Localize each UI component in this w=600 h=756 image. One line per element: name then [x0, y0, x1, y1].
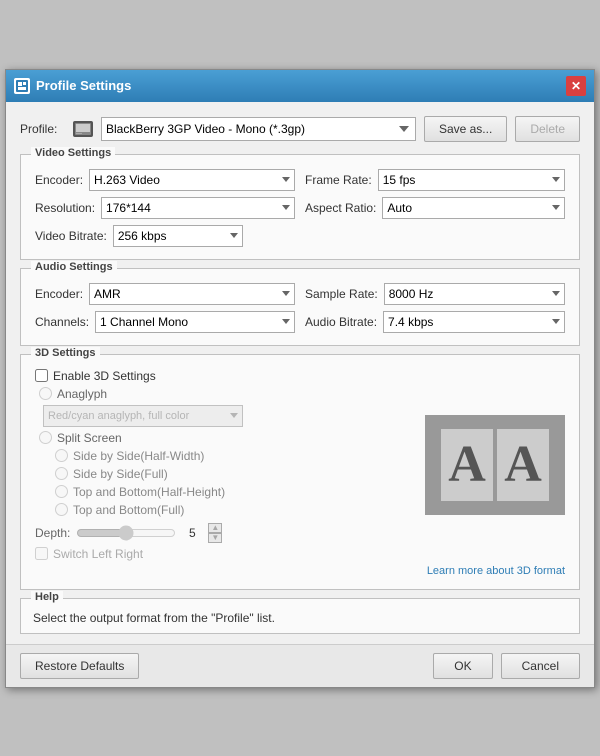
audio-encoder-row: Encoder: AMR	[35, 283, 295, 305]
3d-settings-left: Enable 3D Settings Anaglyph Red/cyan ana…	[35, 369, 415, 561]
anaglyph-select-row: Red/cyan anaglyph, full color	[35, 405, 415, 427]
side-by-side-half-label: Side by Side(Half-Width)	[73, 449, 204, 463]
help-title: Help	[31, 591, 63, 603]
split-screen-label: Split Screen	[57, 431, 122, 445]
top-bottom-half-label: Top and Bottom(Half-Height)	[73, 485, 225, 499]
title-bar-left: Profile Settings	[14, 78, 131, 94]
depth-decrement-button[interactable]: ▼	[208, 533, 222, 543]
enable-3d-row: Enable 3D Settings	[35, 369, 415, 383]
channels-row: Channels: 1 Channel Mono	[35, 311, 295, 333]
resolution-row: Resolution: 176*144	[35, 197, 295, 219]
3d-settings-section: 3D Settings Enable 3D Settings Anaglyph	[20, 354, 580, 590]
audio-settings-title: Audio Settings	[31, 261, 117, 273]
aspect-ratio-dropdown[interactable]: Auto	[382, 197, 565, 219]
encoder-row: Encoder: H.263 Video	[35, 169, 295, 191]
enable-3d-checkbox[interactable]	[35, 369, 48, 382]
ok-button[interactable]: OK	[433, 653, 492, 679]
profile-dropdown[interactable]: BlackBerry 3GP Video - Mono (*.3gp)	[101, 117, 416, 141]
channels-dropdown[interactable]: 1 Channel Mono	[95, 311, 295, 333]
enable-3d-label: Enable 3D Settings	[53, 369, 156, 383]
audio-bitrate-dropdown[interactable]: 7.4 kbps	[383, 311, 565, 333]
profile-settings-dialog: Profile Settings ✕ Profile: BlackBerry 3…	[5, 69, 595, 688]
frame-rate-row: Frame Rate: 15 fps	[305, 169, 565, 191]
resolution-label: Resolution:	[35, 201, 95, 215]
anaglyph-radio[interactable]	[39, 387, 52, 400]
video-settings-title: Video Settings	[31, 147, 115, 159]
top-bottom-half-radio[interactable]	[55, 485, 68, 498]
help-section: Help Select the output format from the "…	[20, 598, 580, 634]
depth-value: 5	[182, 526, 202, 540]
frame-rate-dropdown[interactable]: 15 fps	[378, 169, 565, 191]
split-screen-radio[interactable]	[39, 431, 52, 444]
footer-right-buttons: OK Cancel	[433, 653, 580, 679]
video-bitrate-dropdown[interactable]: 256 kbps	[113, 225, 243, 247]
anaglyph-radio-row: Anaglyph	[35, 387, 415, 401]
depth-slider[interactable]	[76, 526, 176, 540]
delete-button[interactable]: Delete	[515, 116, 580, 142]
learn-more-link[interactable]: Learn more about 3D format	[427, 565, 565, 577]
aspect-ratio-row: Aspect Ratio: Auto	[305, 197, 565, 219]
top-bottom-full-radio[interactable]	[55, 503, 68, 516]
anaglyph-label: Anaglyph	[57, 387, 107, 401]
audio-encoder-dropdown[interactable]: AMR	[89, 283, 295, 305]
audio-settings-section: Audio Settings Encoder: AMR Sample Rate:…	[20, 268, 580, 346]
video-bitrate-label: Video Bitrate:	[35, 229, 107, 243]
frame-rate-label: Frame Rate:	[305, 173, 372, 187]
side-by-side-full-radio[interactable]	[55, 467, 68, 480]
close-button[interactable]: ✕	[566, 76, 586, 96]
dialog-body: Profile: BlackBerry 3GP Video - Mono (*.…	[6, 102, 594, 644]
audio-bitrate-row: Audio Bitrate: 7.4 kbps	[305, 311, 565, 333]
profile-icon	[73, 121, 93, 137]
resolution-dropdown[interactable]: 176*144	[101, 197, 295, 219]
depth-increment-button[interactable]: ▲	[208, 523, 222, 533]
3d-preview-panel: A A	[425, 369, 565, 561]
audio-form-grid: Encoder: AMR Sample Rate: 8000 Hz Channe…	[35, 283, 565, 333]
cancel-button[interactable]: Cancel	[501, 653, 580, 679]
3d-settings-title: 3D Settings	[31, 347, 100, 359]
split-screen-radio-row: Split Screen	[35, 431, 415, 445]
top-bottom-half-row: Top and Bottom(Half-Height)	[35, 485, 415, 499]
3d-settings-content: Enable 3D Settings Anaglyph Red/cyan ana…	[35, 369, 565, 561]
anaglyph-type-dropdown: Red/cyan anaglyph, full color	[43, 405, 243, 427]
top-bottom-full-row: Top and Bottom(Full)	[35, 503, 415, 517]
switch-left-right-label: Switch Left Right	[53, 547, 143, 561]
depth-label: Depth:	[35, 526, 70, 540]
app-icon	[14, 78, 30, 94]
video-bitrate-row: Video Bitrate: 256 kbps	[35, 225, 565, 247]
switch-left-right-row: Switch Left Right	[35, 547, 415, 561]
channels-label: Channels:	[35, 315, 89, 329]
top-bottom-full-label: Top and Bottom(Full)	[73, 503, 184, 517]
aa-right-letter: A	[497, 429, 549, 501]
video-settings-section: Video Settings Encoder: H.263 Video Fram…	[20, 154, 580, 260]
audio-bitrate-label: Audio Bitrate:	[305, 315, 377, 329]
aa-left-letter: A	[441, 429, 493, 501]
side-by-side-half-radio[interactable]	[55, 449, 68, 462]
dialog-title: Profile Settings	[36, 78, 131, 93]
aa-preview: A A	[425, 415, 565, 515]
sample-rate-dropdown[interactable]: 8000 Hz	[384, 283, 565, 305]
depth-spinner: ▲ ▼	[208, 523, 222, 543]
sample-rate-row: Sample Rate: 8000 Hz	[305, 283, 565, 305]
side-by-side-half-row: Side by Side(Half-Width)	[35, 449, 415, 463]
side-by-side-full-label: Side by Side(Full)	[73, 467, 168, 481]
save-as-button[interactable]: Save as...	[424, 116, 507, 142]
restore-defaults-button[interactable]: Restore Defaults	[20, 653, 139, 679]
sample-rate-label: Sample Rate:	[305, 287, 378, 301]
aspect-ratio-label: Aspect Ratio:	[305, 201, 376, 215]
switch-left-right-checkbox[interactable]	[35, 547, 48, 560]
help-text: Select the output format from the "Profi…	[33, 611, 567, 625]
side-by-side-full-row: Side by Side(Full)	[35, 467, 415, 481]
encoder-dropdown[interactable]: H.263 Video	[89, 169, 295, 191]
depth-row: Depth: 5 ▲ ▼	[35, 523, 415, 543]
learn-more-row: Learn more about 3D format	[35, 565, 565, 577]
title-bar: Profile Settings ✕	[6, 70, 594, 102]
dialog-footer: Restore Defaults OK Cancel	[6, 644, 594, 687]
profile-row: Profile: BlackBerry 3GP Video - Mono (*.…	[20, 112, 580, 146]
encoder-label: Encoder:	[35, 173, 83, 187]
video-form-grid: Encoder: H.263 Video Frame Rate: 15 fps …	[35, 169, 565, 219]
audio-encoder-label: Encoder:	[35, 287, 83, 301]
profile-label: Profile:	[20, 122, 65, 136]
